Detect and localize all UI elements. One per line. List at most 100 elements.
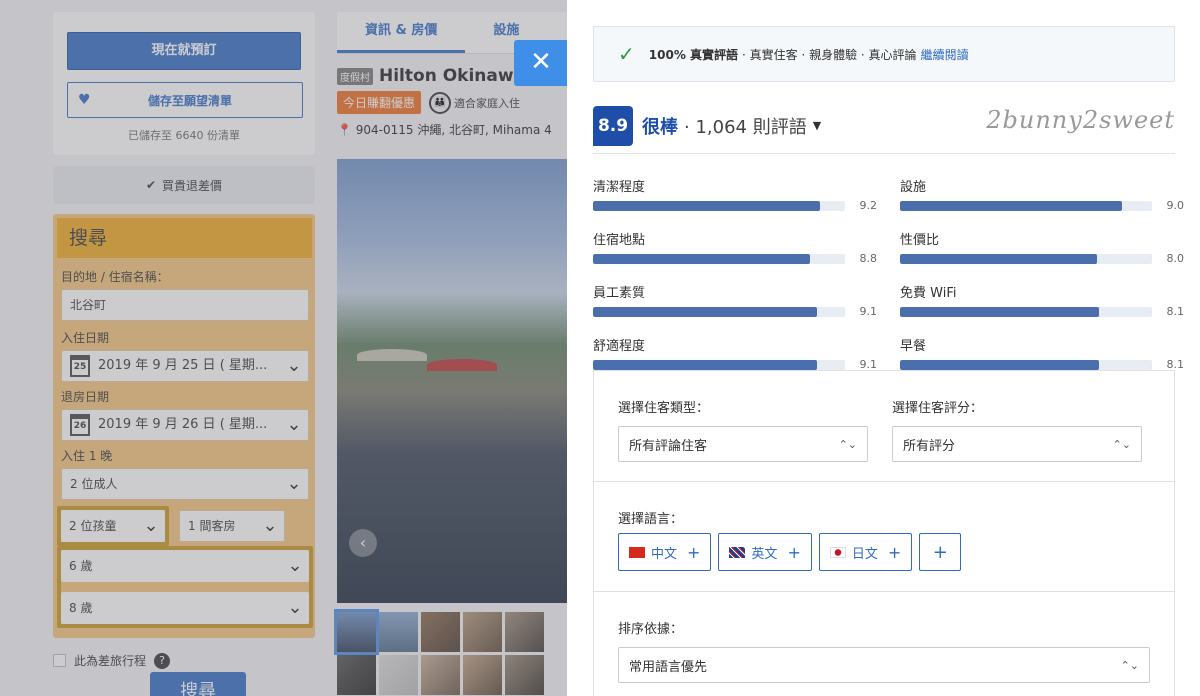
guest-type-value: 所有評論住客	[629, 438, 708, 454]
left-sidebar: 現在就預訂 ♥ 儲存至願望清單 已儲存至 6640 份清單 ✔ 買貴退差價 搜尋…	[53, 12, 315, 669]
book-now-button[interactable]: 現在就預訂	[67, 32, 301, 70]
business-trip-row: 此為差旅行程 ?	[53, 652, 315, 669]
reviews-panel: ✓ 100% 真實評語 · 真實住客 · 親身體驗 · 真心評論 繼續閱讀 8.…	[567, 0, 1200, 696]
checkin-value: 2019 年 9 月 25 日 ( 星期...	[98, 358, 268, 373]
children-rooms-row: 2 位孩童 ⌄ 1 間客房 ⌄	[57, 506, 309, 546]
filter-language-section: 選擇語言： 中文 + 英文 + 日文 + +	[594, 482, 1174, 592]
rating-bar-track	[593, 253, 845, 264]
child-age-2-select[interactable]: 8 歲 ⌄	[61, 592, 309, 624]
review-count[interactable]: · 1,064 則評語	[684, 113, 807, 139]
filter-guest-section: 選擇住客類型： 所有評論住客 ⌃⌄ 選擇住客評分： 所有評分 ⌃⌄	[594, 371, 1174, 482]
business-trip-checkbox[interactable]	[53, 654, 66, 667]
search-panel: 搜尋 目的地 / 住宿名稱： 北谷町 入住日期 25 2019 年 9 月 25…	[53, 214, 315, 638]
rating-bar-fill	[900, 306, 1100, 317]
rating-row: 設施 9.0	[900, 176, 1184, 212]
rating-bar-fill	[900, 200, 1122, 211]
children-select[interactable]: 2 位孩童 ⌄	[61, 510, 165, 542]
verified-reviews-banner: ✓ 100% 真實評語 · 真實住客 · 親身體驗 · 真心評論 繼續閱讀	[593, 26, 1175, 82]
adults-select[interactable]: 2 位成人 ⌄	[61, 468, 309, 500]
checkin-label: 入住日期	[61, 331, 110, 345]
price-guarantee-label: 買貴退差價	[162, 178, 223, 193]
help-icon[interactable]: ?	[154, 652, 171, 669]
photo-parasol	[427, 359, 497, 371]
price-guarantee[interactable]: ✔ 買貴退差價	[53, 166, 315, 204]
language-chip-english[interactable]: 英文 +	[718, 533, 812, 571]
rating-bar-fill	[900, 253, 1097, 264]
guest-rating-value: 所有評分	[903, 438, 956, 454]
photo-thumbnail[interactable]	[505, 655, 544, 695]
rating-bar-row: 9.0	[900, 199, 1184, 212]
rating-bar-fill	[593, 359, 818, 370]
destination-value: 北谷町	[70, 298, 107, 312]
language-name: 日文	[851, 546, 878, 562]
filter-sort-section: 排序依據： 常用語言優先 ⌃⌄	[594, 592, 1174, 696]
photo-thumbnail[interactable]	[421, 655, 460, 695]
add-language-button[interactable]: +	[919, 533, 962, 571]
review-filters: 選擇住客類型： 所有評論住客 ⌃⌄ 選擇住客評分： 所有評分 ⌃⌄ 選擇語言： …	[593, 370, 1175, 696]
read-more-link[interactable]: 繼續閱讀	[921, 46, 969, 63]
language-chip-chinese[interactable]: 中文 +	[618, 533, 712, 571]
checkout-label: 退房日期	[61, 390, 110, 404]
photo-thumbnail[interactable]	[463, 612, 502, 652]
photo-thumbnail[interactable]	[337, 655, 376, 695]
child-age-1-select[interactable]: 6 歲 ⌄	[61, 550, 309, 582]
photo-thumbnail[interactable]	[421, 612, 460, 652]
guest-type-select[interactable]: 所有評論住客 ⌃⌄	[618, 426, 868, 462]
language-name: 中文	[651, 546, 678, 562]
updown-chevron-icon: ⌃⌄	[1120, 658, 1139, 672]
sort-select[interactable]: 常用語言優先 ⌃⌄	[618, 647, 1150, 683]
booking-card: 現在就預訂 ♥ 儲存至願望清單 已儲存至 6640 份清單	[53, 12, 315, 155]
guest-type-label: 選擇住客類型：	[618, 401, 710, 416]
photo-thumbnails	[334, 609, 567, 695]
overall-score-row: 8.9 很棒 · 1,064 則評語 ▼ 2bunny2sweet	[593, 98, 1175, 154]
checkout-select[interactable]: 26 2019 年 9 月 26 日 ( 星期... ⌄	[61, 409, 309, 441]
address-text: 904-0115 沖繩, 北谷町, Mihama 4	[355, 123, 552, 137]
hotel-address: 📍 904-0115 沖繩, 北谷町, Mihama 4	[337, 121, 567, 138]
rating-bar-track	[593, 306, 845, 317]
rating-label: 性價比	[900, 233, 940, 248]
child-ages-outline: 6 歲 ⌄ 8 歲 ⌄	[57, 546, 313, 628]
wishlist-button[interactable]: ♥ 儲存至願望清單	[67, 82, 303, 118]
rating-label: 免費 WiFi	[900, 286, 957, 301]
search-button[interactable]: 搜尋	[150, 672, 246, 696]
rating-bar-row: 8.0	[900, 252, 1184, 265]
language-chips: 中文 + 英文 + 日文 + +	[618, 533, 1150, 571]
business-trip-label: 此為差旅行程	[74, 654, 147, 668]
updown-chevron-icon: ⌃⌄	[838, 437, 857, 451]
chevron-down-icon: ⌄	[262, 515, 278, 536]
calendar-icon: 25	[70, 355, 90, 377]
rating-bar-fill	[593, 200, 820, 211]
uk-flag-icon	[729, 546, 746, 558]
photo-thumbnail[interactable]	[505, 612, 544, 652]
adults-value: 2 位成人	[70, 477, 118, 491]
destination-input[interactable]: 北谷町	[61, 289, 309, 321]
tab-info[interactable]: 資訊 & 房價	[337, 12, 466, 53]
destination-label: 目的地 / 住宿名稱：	[61, 270, 169, 284]
hotel-main-photo[interactable]: ‹	[337, 159, 567, 603]
chevron-down-icon: ⌄	[287, 555, 303, 576]
saved-count: 已儲存至 6640 份清單	[128, 129, 240, 142]
rooms-select[interactable]: 1 間客房 ⌄	[179, 510, 285, 542]
photo-thumbnail[interactable]	[379, 655, 418, 695]
checkout-value: 2019 年 9 月 26 日 ( 星期...	[98, 417, 268, 432]
language-chip-japanese[interactable]: 日文 +	[818, 533, 913, 571]
rating-bar-fill	[593, 253, 810, 264]
close-icon[interactable]: ✕	[514, 40, 568, 86]
map-pin-icon: 📍	[337, 123, 352, 137]
score-badge: 8.9	[593, 105, 633, 146]
rating-value: 8.8	[859, 252, 878, 265]
rating-row: 住宿地點 8.8	[593, 229, 877, 265]
photo-thumbnail[interactable]	[334, 609, 379, 655]
calendar-icon: 26	[70, 414, 90, 436]
prev-photo-icon[interactable]: ‹	[349, 529, 377, 557]
caret-down-icon[interactable]: ▼	[813, 119, 821, 132]
chevron-down-icon: ⌄	[287, 597, 303, 618]
nights-label: 入住 1 晚	[61, 449, 113, 463]
family-label: 適合家庭入住	[454, 96, 521, 110]
checkin-select[interactable]: 25 2019 年 9 月 25 日 ( 星期... ⌄	[61, 350, 309, 382]
rating-label: 設施	[900, 180, 927, 195]
guest-rating-select[interactable]: 所有評分 ⌃⌄	[892, 426, 1142, 462]
photo-thumbnail[interactable]	[379, 612, 418, 652]
photo-thumbnail[interactable]	[463, 655, 502, 695]
property-type-tag: 度假村	[337, 67, 373, 85]
